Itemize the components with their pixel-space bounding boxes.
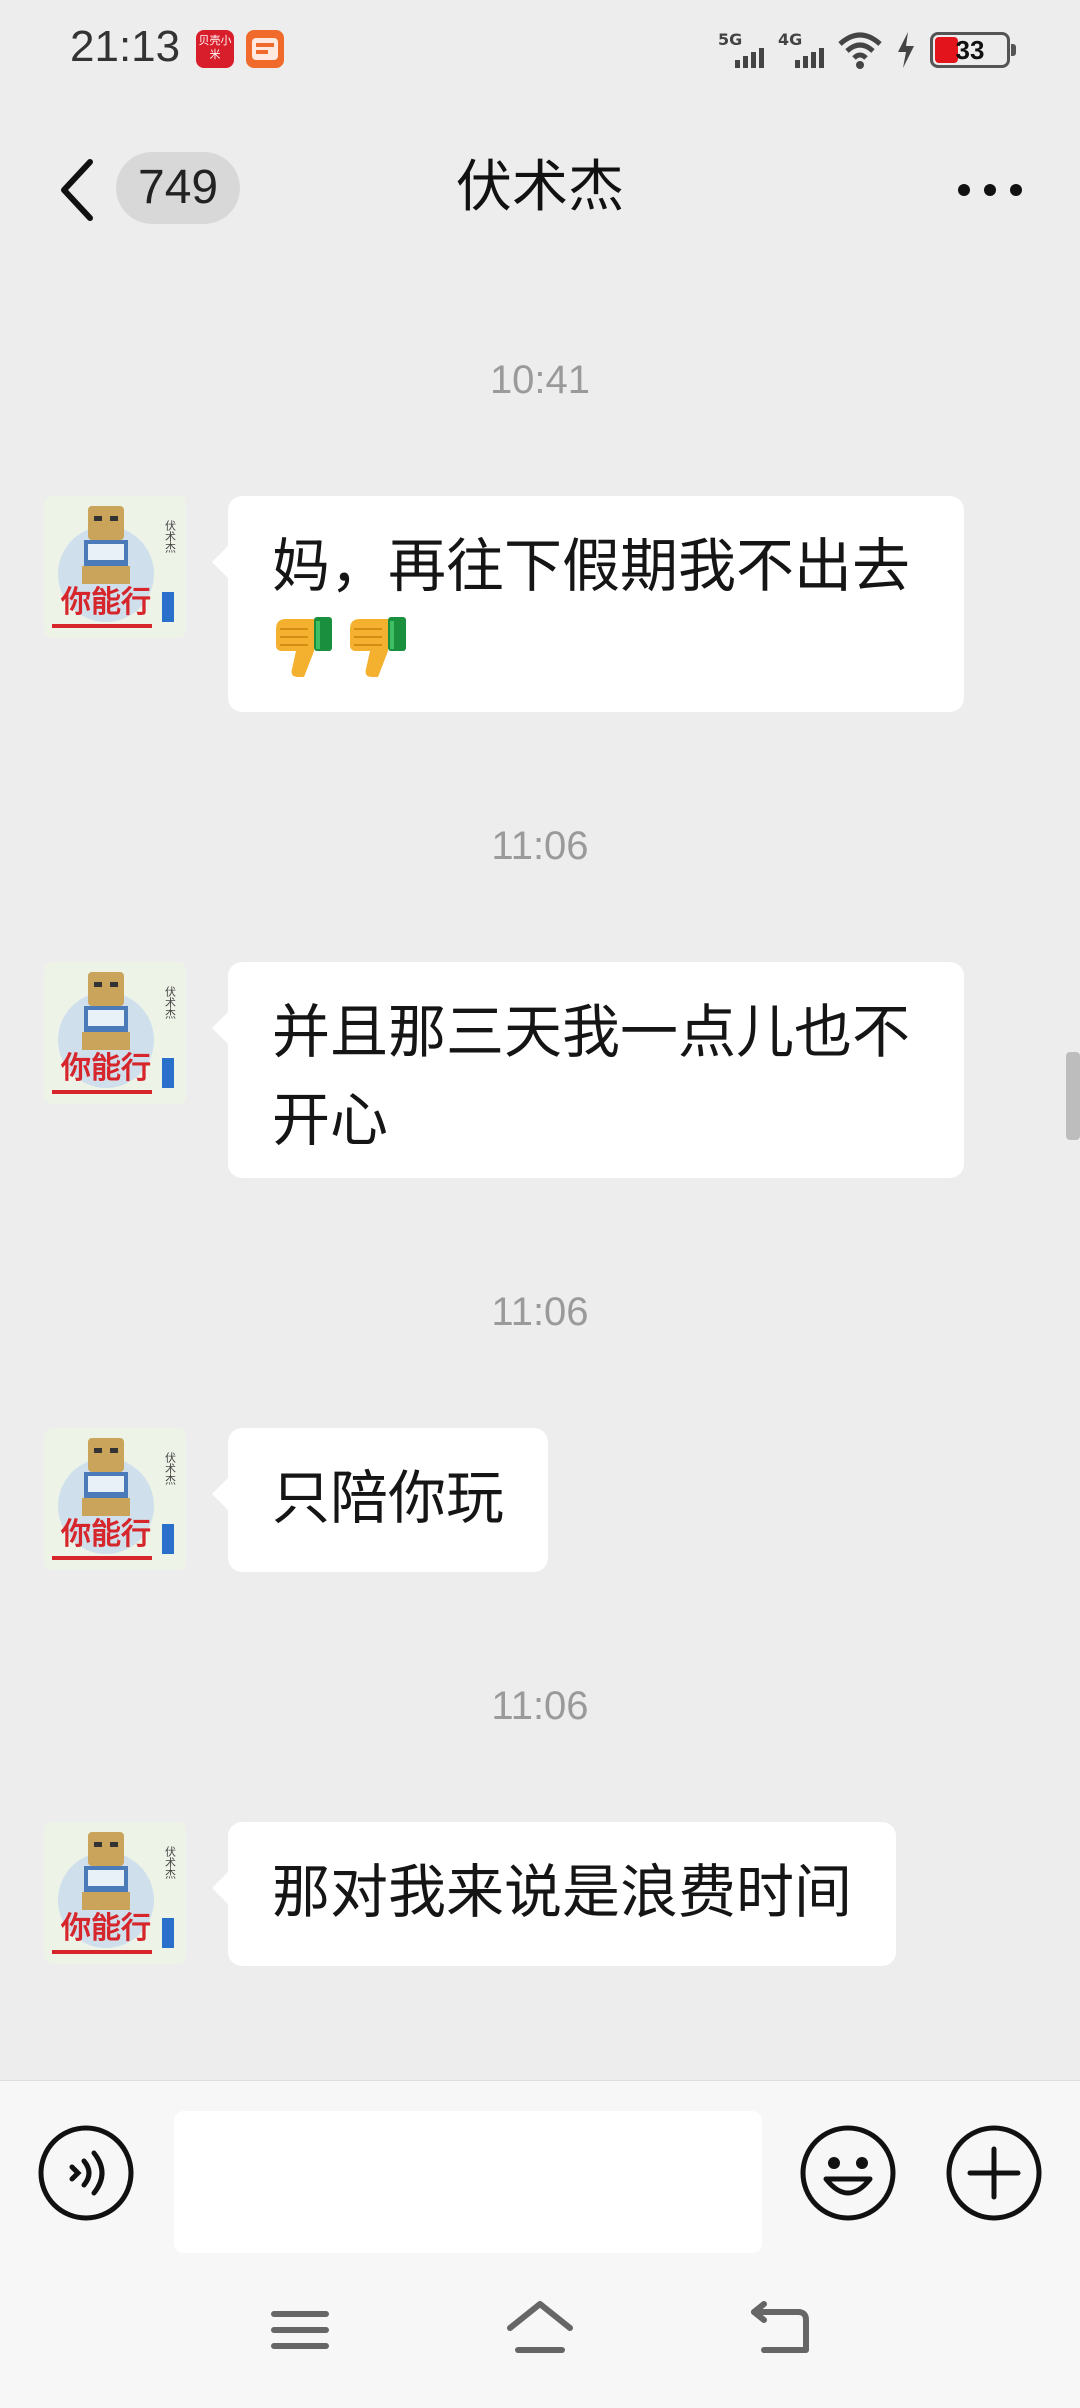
chat-title: 伏术杰 bbox=[456, 155, 624, 220]
menu-icon[interactable] bbox=[260, 2290, 340, 2370]
message-bubble[interactable]: 妈，再往下假期我不出去 bbox=[212, 496, 964, 712]
signal-5g-icon: 5G bbox=[718, 30, 764, 70]
avatar-caption: 你能行 bbox=[60, 585, 151, 620]
avatar-vertical-text: 伏术杰 bbox=[164, 519, 177, 554]
chevron-left-icon[interactable] bbox=[40, 150, 120, 230]
avatar-vertical-text: 伏术杰 bbox=[164, 1451, 177, 1486]
message-timestamp: 11:06 bbox=[491, 1290, 589, 1334]
avatar[interactable]: 你能行 伏术杰 bbox=[44, 962, 186, 1104]
message-bubble[interactable]: 并且那三天我一点儿也不 开心 bbox=[212, 962, 964, 1178]
notification-app-icon-2 bbox=[246, 30, 284, 68]
message-text-line2: 开心 bbox=[272, 1086, 389, 1154]
message-text: 只陪你玩 bbox=[272, 1464, 505, 1532]
notification-app-icon: 贝壳小米 bbox=[196, 30, 234, 68]
message-text: 那对我来说是浪费时间 bbox=[272, 1858, 853, 1926]
chat-header: 749 伏术杰 bbox=[0, 130, 1080, 250]
message-text: 妈，再往下假期我不出去 bbox=[272, 532, 911, 600]
avatar-caption: 你能行 bbox=[60, 1051, 151, 1086]
message-text: 并且那三天我一点儿也不 bbox=[272, 998, 911, 1066]
avatar[interactable]: 你能行 伏术杰 bbox=[44, 1428, 186, 1570]
return-icon[interactable] bbox=[740, 2290, 820, 2370]
message-bubble[interactable]: 只陪你玩 bbox=[211, 1428, 549, 1572]
wifi-icon bbox=[838, 32, 882, 69]
emoji-icon[interactable] bbox=[798, 2123, 898, 2223]
status-time: 21:13 bbox=[70, 22, 181, 71]
avatar[interactable]: 你能行 伏术杰 bbox=[44, 1822, 186, 1964]
input-bar bbox=[0, 2080, 1080, 2261]
message-input[interactable] bbox=[174, 2111, 762, 2253]
message-timestamp: 10:41 bbox=[489, 358, 591, 402]
scroll-indicator[interactable] bbox=[1066, 1052, 1080, 1140]
message-bubble[interactable]: 那对我来说是浪费时间 bbox=[211, 1822, 897, 1966]
system-navigation-bar bbox=[0, 2260, 1080, 2408]
more-dots-icon[interactable] bbox=[950, 160, 1030, 220]
voice-icon[interactable] bbox=[36, 2123, 136, 2223]
thumbs-down-emoji-icon bbox=[350, 617, 406, 677]
battery-icon: 33 bbox=[930, 32, 1016, 68]
chat-screen: 21:13 贝壳小米 5G 4G 33 749 伏术杰 10:41 你能行 伏术… bbox=[0, 0, 1080, 2408]
thumbs-down-emoji-icon bbox=[276, 617, 332, 677]
avatar-caption: 你能行 bbox=[60, 1911, 151, 1946]
avatar-vertical-text: 伏术杰 bbox=[164, 1845, 177, 1880]
avatar[interactable]: 你能行 伏术杰 bbox=[44, 496, 186, 638]
message-timestamp: 11:06 bbox=[491, 824, 589, 868]
charging-icon bbox=[898, 32, 914, 68]
avatar-caption: 你能行 bbox=[60, 1517, 151, 1552]
signal-4g-icon: 4G bbox=[778, 30, 824, 70]
plus-icon[interactable] bbox=[944, 2123, 1044, 2223]
avatar-vertical-text: 伏术杰 bbox=[164, 985, 177, 1020]
unread-count-badge[interactable]: 749 bbox=[116, 152, 241, 224]
status-indicators: 5G 4G 33 bbox=[718, 28, 1016, 72]
status-bar: 21:13 贝壳小米 5G 4G 33 bbox=[0, 0, 1080, 100]
battery-level: 33 bbox=[955, 35, 985, 65]
emoji-row bbox=[272, 610, 920, 686]
message-timestamp: 11:06 bbox=[491, 1684, 589, 1728]
home-icon[interactable] bbox=[500, 2290, 580, 2370]
